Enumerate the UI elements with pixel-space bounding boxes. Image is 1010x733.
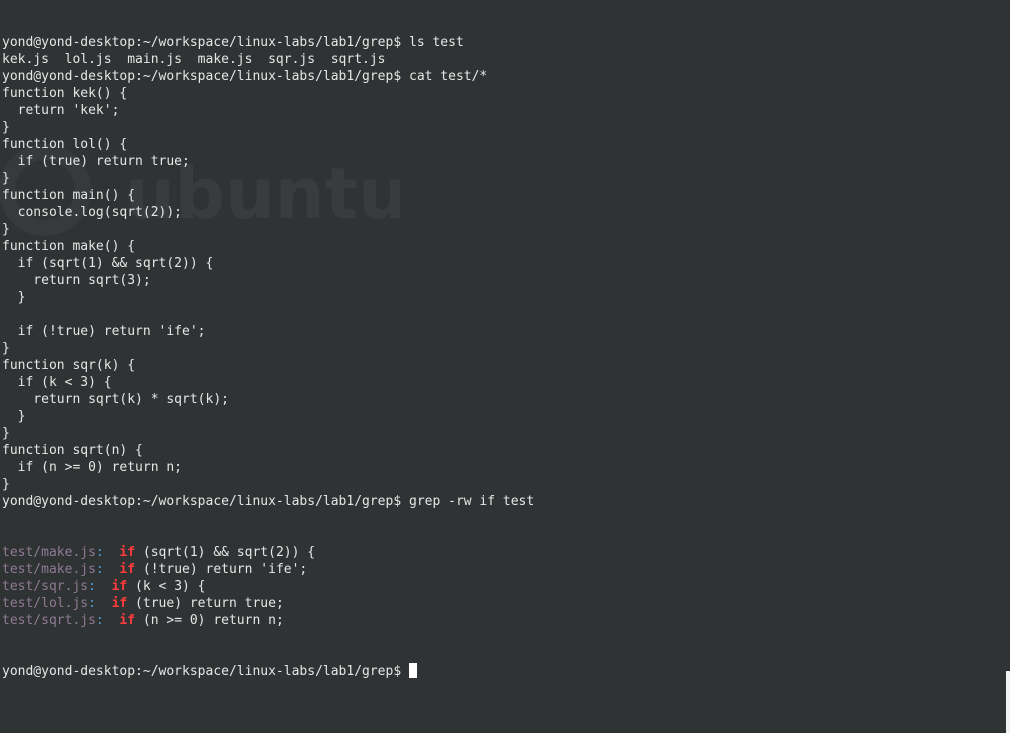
- scrollbar[interactable]: [1005, 0, 1010, 733]
- terminal-line: yond@yond-desktop:~/workspace/linux-labs…: [2, 35, 464, 50]
- grep-result-match: if: [119, 613, 136, 628]
- grep-result-separator: :: [88, 579, 96, 594]
- grep-output: test/make.js: if (sqrt(1) && sqrt(2)) {t…: [2, 544, 998, 629]
- grep-result-line: test/make.js: if (sqrt(1) && sqrt(2)) {: [2, 544, 998, 561]
- grep-result-line: test/make.js: if (!true) return 'ife';: [2, 561, 998, 578]
- grep-result-text: (k < 3) {: [127, 579, 206, 594]
- grep-result-text: (!true) return 'ife';: [135, 562, 308, 577]
- terminal-line: yond@yond-desktop:~/workspace/linux-labs…: [2, 69, 488, 84]
- terminal-line: if (sqrt(1) && sqrt(2)) {: [2, 256, 214, 271]
- grep-result-line: test/lol.js: if (true) return true;: [2, 595, 998, 612]
- terminal-line: }: [2, 222, 10, 237]
- terminal-line: }: [2, 290, 26, 305]
- grep-result-match: if: [111, 596, 128, 611]
- grep-result-separator: :: [95, 613, 104, 628]
- terminal-line: }: [2, 341, 10, 356]
- terminal-output[interactable]: yond@yond-desktop:~/workspace/linux-labs…: [2, 0, 998, 714]
- grep-result-separator: :: [88, 596, 96, 611]
- grep-result-line: test/sqr.js: if (k < 3) {: [2, 578, 998, 595]
- scrollbar-thumb[interactable]: [1006, 671, 1010, 733]
- prompt-text: yond@yond-desktop:~/workspace/linux-labs…: [2, 664, 409, 679]
- terminal-line: function kek() {: [2, 86, 128, 101]
- terminal-line: if (k < 3) {: [2, 375, 112, 390]
- grep-result-separator: :: [95, 562, 104, 577]
- grep-result-filename: test/make.js: [2, 562, 96, 577]
- terminal-line: if (n >= 0) return n;: [2, 460, 183, 475]
- terminal-line: }: [2, 171, 10, 186]
- grep-result-filename: test/make.js: [2, 545, 96, 560]
- grep-result-padding: [96, 596, 112, 611]
- terminal-history: yond@yond-desktop:~/workspace/linux-labs…: [2, 34, 998, 510]
- grep-result-filename: test/lol.js: [2, 596, 89, 611]
- terminal-line: function make() {: [2, 239, 136, 254]
- terminal-window[interactable]: ubuntu yond@yond-desktop:~/workspace/lin…: [0, 0, 1010, 733]
- terminal-line: }: [2, 477, 10, 492]
- terminal-line: kek.js lol.js main.js make.js sqr.js sqr…: [2, 52, 386, 67]
- grep-result-padding: [104, 562, 120, 577]
- grep-result-line: test/sqrt.js: if (n >= 0) return n;: [2, 612, 998, 629]
- terminal-line: }: [2, 120, 10, 135]
- grep-result-match: if: [111, 579, 128, 594]
- grep-result-padding: [104, 545, 120, 560]
- grep-result-match: if: [119, 562, 136, 577]
- terminal-line: function sqrt(n) {: [2, 443, 143, 458]
- terminal-line: if (!true) return 'ife';: [2, 324, 206, 339]
- terminal-line: console.log(sqrt(2));: [2, 205, 183, 220]
- terminal-line: if (true) return true;: [2, 154, 190, 169]
- terminal-line: return sqrt(k) * sqrt(k);: [2, 392, 229, 407]
- terminal-line: function lol() {: [2, 137, 128, 152]
- grep-result-padding: [96, 579, 112, 594]
- terminal-line: }: [2, 409, 26, 424]
- grep-result-text: (n >= 0) return n;: [135, 613, 284, 628]
- grep-result-text: (sqrt(1) && sqrt(2)) {: [135, 545, 316, 560]
- grep-result-padding: [104, 613, 120, 628]
- terminal-line: function main() {: [2, 188, 136, 203]
- terminal-line: return sqrt(3);: [2, 273, 151, 288]
- grep-result-match: if: [119, 545, 136, 560]
- terminal-line: yond@yond-desktop:~/workspace/linux-labs…: [2, 494, 535, 509]
- prompt-line[interactable]: yond@yond-desktop:~/workspace/linux-labs…: [2, 663, 998, 680]
- grep-result-text: (true) return true;: [127, 596, 284, 611]
- grep-result-filename: test/sqrt.js: [2, 613, 96, 628]
- terminal-line: function sqr(k) {: [2, 358, 136, 373]
- terminal-line: return 'kek';: [2, 103, 120, 118]
- grep-result-separator: :: [95, 545, 104, 560]
- grep-result-filename: test/sqr.js: [2, 579, 89, 594]
- terminal-line: }: [2, 426, 10, 441]
- text-cursor: [409, 663, 417, 678]
